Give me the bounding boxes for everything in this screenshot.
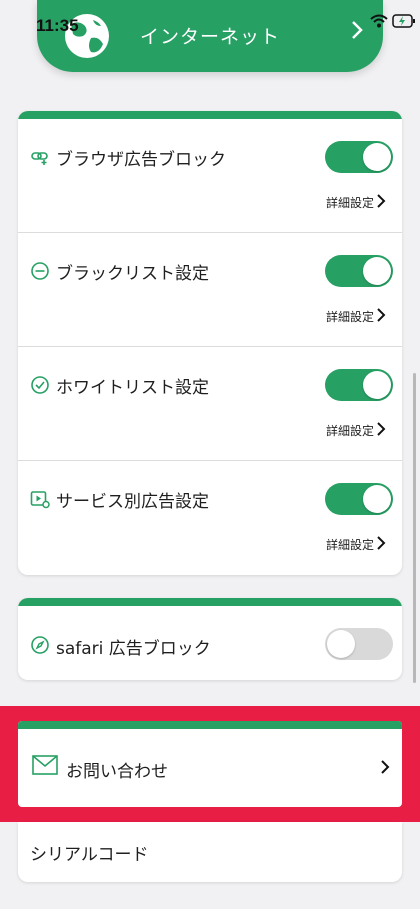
contact-label: お問い合わせ (66, 762, 168, 782)
minus-circle-icon (31, 262, 49, 280)
card-accent-bar (18, 598, 402, 606)
chevron-right-icon[interactable] (376, 535, 386, 551)
header-bar: インターネット (37, 0, 383, 72)
feature-row-whitelist[interactable]: ホワイトリスト設定 詳細設定 (18, 347, 402, 461)
detail-settings-link[interactable]: 詳細設定 (326, 194, 374, 211)
blacklist-toggle[interactable] (325, 255, 393, 287)
battery-icon (392, 14, 415, 28)
browser-adblock-toggle[interactable] (325, 141, 393, 173)
chevron-right-icon[interactable] (380, 759, 390, 775)
detail-settings-link[interactable]: 詳細設定 (326, 308, 374, 325)
feature-row-browser-adblock[interactable]: ブラウザ広告ブロック 詳細設定 (18, 119, 402, 233)
card-accent-bar (18, 111, 402, 119)
header-chevron-icon[interactable] (351, 20, 363, 46)
check-circle-icon (31, 376, 49, 394)
contact-card[interactable]: お問い合わせ (18, 721, 402, 807)
serial-code-card[interactable]: シリアルコード (18, 822, 402, 882)
ad-block-card: ブラウザ広告ブロック 詳細設定 ブラックリスト設定 詳細設定 ホワイトリスト設定… (18, 111, 402, 575)
chevron-right-icon[interactable] (376, 193, 386, 209)
wifi-icon (370, 14, 388, 28)
chevron-right-icon[interactable] (376, 421, 386, 437)
status-icons (370, 14, 416, 28)
card-accent-bar (18, 721, 402, 729)
safari-card: safari 広告ブロック (18, 598, 402, 680)
service-ads-toggle[interactable] (325, 483, 393, 515)
status-time: 11:35 (36, 16, 79, 35)
whitelist-toggle[interactable] (325, 369, 393, 401)
feature-label: サービス別広告設定 (56, 492, 209, 512)
link-plus-icon (31, 152, 48, 165)
video-gear-icon (30, 491, 50, 509)
serial-code-label: シリアルコード (30, 845, 149, 865)
feature-label: ホワイトリスト設定 (56, 378, 209, 398)
mail-icon (32, 755, 58, 775)
detail-settings-link[interactable]: 詳細設定 (326, 422, 374, 439)
feature-row-service-ads[interactable]: サービス別広告設定 詳細設定 (18, 461, 402, 575)
chevron-right-icon[interactable] (376, 307, 386, 323)
detail-settings-link[interactable]: 詳細設定 (326, 536, 374, 553)
safari-label: safari 広告ブロック (56, 639, 211, 659)
scrollbar[interactable] (413, 373, 416, 683)
feature-label: ブラウザ広告ブロック (56, 150, 226, 170)
compass-icon (31, 636, 49, 654)
feature-row-blacklist[interactable]: ブラックリスト設定 詳細設定 (18, 233, 402, 347)
header-title: インターネット (139, 26, 280, 48)
feature-label: ブラックリスト設定 (56, 264, 209, 284)
safari-toggle[interactable] (325, 628, 393, 660)
feature-row-safari[interactable]: safari 広告ブロック (18, 606, 402, 680)
